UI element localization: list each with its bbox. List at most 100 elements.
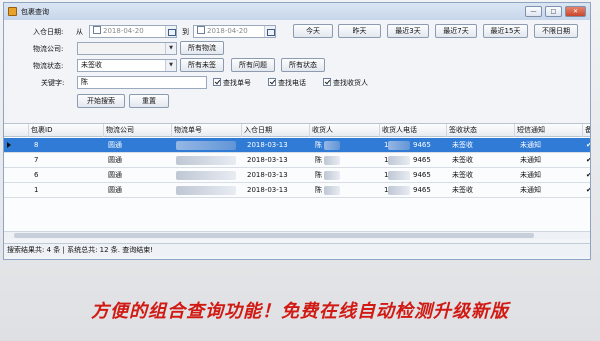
check-icon[interactable] bbox=[323, 78, 331, 86]
cell-phone-end: 9465 bbox=[413, 186, 431, 194]
results-table: 包裹ID 物流公司 物流单号 入仓日期 收货人 收货人电话 签收状态 短信通知 … bbox=[4, 123, 590, 239]
last-7-days-button[interactable]: 最近7天 bbox=[435, 24, 477, 38]
check-tracking-label: 查找单号 bbox=[223, 79, 251, 87]
cell-sms: 未通知 bbox=[520, 171, 541, 179]
cell-phone-end: 9465 bbox=[413, 141, 431, 149]
column-header[interactable]: 备 bbox=[583, 124, 590, 137]
column-header[interactable]: 签收状态 bbox=[447, 124, 515, 137]
check-tracking-option[interactable]: 查找单号 bbox=[213, 78, 251, 88]
check-receiver-label: 查找收货人 bbox=[333, 79, 368, 87]
table-row[interactable]: 6 圆通 2018-03-13 陈 1 9465 未签收 未通知 ✔ bbox=[4, 168, 590, 183]
logistics-label: 物流公司: bbox=[33, 45, 64, 53]
all-logistics-button[interactable]: 所有物流 bbox=[180, 41, 224, 55]
column-header[interactable]: 包裹ID bbox=[29, 124, 104, 137]
column-header[interactable]: 物流单号 bbox=[172, 124, 242, 137]
cell-id: 7 bbox=[34, 156, 39, 164]
cell-sms: 未通知 bbox=[520, 186, 541, 194]
column-header[interactable]: 物流公司 bbox=[104, 124, 172, 137]
cell-status: 未签收 bbox=[452, 156, 473, 164]
reset-button[interactable]: 重置 bbox=[129, 94, 169, 108]
status-value: 未签收 bbox=[81, 61, 102, 69]
status-bar: 搜索结果共: 4 条 | 系统总共: 12 条. 查询结束! bbox=[4, 243, 590, 257]
cell-extra: ✔ bbox=[584, 138, 590, 153]
status-label: 物流状态: bbox=[33, 62, 64, 70]
chevron-down-icon[interactable]: ▼ bbox=[165, 60, 176, 71]
all-problems-button[interactable]: 所有问题 bbox=[231, 58, 275, 72]
redacted-tracking bbox=[176, 156, 236, 165]
maximize-button[interactable]: □ bbox=[545, 6, 562, 17]
cell-phone-end: 9465 bbox=[413, 156, 431, 164]
cell-extra: ✔ bbox=[584, 153, 590, 168]
all-unsigned-button[interactable]: 所有未签 bbox=[180, 58, 224, 72]
column-header[interactable]: 收货人 bbox=[310, 124, 380, 137]
check-receiver-option[interactable]: 查找收货人 bbox=[323, 78, 368, 88]
logistics-select[interactable]: ▼ bbox=[77, 42, 177, 55]
all-status-button[interactable]: 所有状态 bbox=[281, 58, 325, 72]
close-button[interactable]: ✕ bbox=[565, 6, 586, 17]
check-icon[interactable] bbox=[268, 78, 276, 86]
cell-name: 陈 bbox=[315, 171, 322, 179]
cell-name: 陈 bbox=[315, 141, 322, 149]
cell-date: 2018-03-13 bbox=[247, 186, 288, 194]
table-header: 包裹ID 物流公司 物流单号 入仓日期 收货人 收货人电话 签收状态 短信通知 … bbox=[4, 124, 590, 137]
cell-id: 1 bbox=[34, 186, 39, 194]
redacted-name bbox=[324, 141, 340, 150]
table-row[interactable]: 7 圆通 2018-03-13 陈 1 9465 未签收 未通知 ✔ bbox=[4, 153, 590, 168]
scrollbar-thumb[interactable] bbox=[14, 233, 534, 238]
calendar-icon[interactable] bbox=[165, 26, 176, 37]
column-header[interactable]: 短信通知 bbox=[515, 124, 583, 137]
check-phone-label: 查找电话 bbox=[278, 79, 306, 87]
redacted-tracking bbox=[176, 141, 236, 150]
screen: 包裹查询 — □ ✕ 入仓日期: 从 2018-04-20 到 2018-04-… bbox=[0, 0, 600, 341]
from-label: 从 bbox=[76, 28, 83, 36]
date-from-picker[interactable]: 2018-04-20 bbox=[89, 25, 177, 38]
today-button[interactable]: 今天 bbox=[293, 24, 333, 38]
check-phone-option[interactable]: 查找电话 bbox=[268, 78, 306, 88]
cell-company: 圆通 bbox=[108, 156, 122, 164]
date-to-checkbox[interactable] bbox=[197, 26, 205, 34]
redacted-phone bbox=[388, 186, 410, 195]
cell-id: 6 bbox=[34, 171, 39, 179]
date-to-picker[interactable]: 2018-04-20 bbox=[193, 25, 276, 38]
promo-banner: 方便的组合查询功能！免费在线自动检测升级新版 bbox=[0, 260, 600, 341]
keyword-label: 关键字: bbox=[41, 79, 65, 87]
cell-status: 未签收 bbox=[452, 186, 473, 194]
column-header[interactable]: 入仓日期 bbox=[242, 124, 310, 137]
cell-id: 8 bbox=[34, 141, 39, 149]
redacted-tracking bbox=[176, 186, 236, 195]
table-row[interactable]: 1 圆通 2018-03-13 陈 1 9465 未签收 未通知 ✔ bbox=[4, 183, 590, 198]
calendar-icon[interactable] bbox=[264, 26, 275, 37]
check-icon[interactable] bbox=[213, 78, 221, 86]
yesterday-button[interactable]: 昨天 bbox=[338, 24, 381, 38]
date-from-checkbox[interactable] bbox=[93, 26, 101, 34]
cell-name: 陈 bbox=[315, 186, 322, 194]
cell-company: 圆通 bbox=[108, 186, 122, 194]
date-from-value: 2018-04-20 bbox=[103, 27, 144, 35]
column-header[interactable]: 收货人电话 bbox=[380, 124, 447, 137]
keyword-value: 陈 bbox=[81, 78, 88, 86]
last-3-days-button[interactable]: 最近3天 bbox=[387, 24, 429, 38]
cell-phone-end: 9465 bbox=[413, 171, 431, 179]
redacted-name bbox=[324, 186, 340, 195]
chevron-down-icon[interactable]: ▼ bbox=[165, 43, 176, 54]
status-select[interactable]: 未签收 ▼ bbox=[77, 59, 177, 72]
cell-status: 未签收 bbox=[452, 141, 473, 149]
package-query-window: 包裹查询 — □ ✕ 入仓日期: 从 2018-04-20 到 2018-04-… bbox=[3, 2, 591, 260]
keyword-input[interactable]: 陈 bbox=[77, 76, 207, 89]
redacted-phone bbox=[388, 141, 410, 150]
current-row-icon bbox=[7, 142, 11, 148]
search-button[interactable]: 开始搜索 bbox=[77, 94, 125, 108]
last-15-days-button[interactable]: 最近15天 bbox=[483, 24, 528, 38]
cell-date: 2018-03-13 bbox=[247, 171, 288, 179]
cell-status: 未签收 bbox=[452, 171, 473, 179]
horizontal-scrollbar[interactable] bbox=[4, 231, 590, 239]
no-date-limit-button[interactable]: 不限日期 bbox=[534, 24, 578, 38]
redacted-tracking bbox=[176, 171, 236, 180]
app-icon bbox=[8, 7, 17, 16]
cell-company: 圆通 bbox=[108, 141, 122, 149]
redacted-phone bbox=[388, 171, 410, 180]
table-row[interactable]: 8 圆通 2018-03-13 陈 1 9465 未签收 未通知 ✔ bbox=[4, 138, 590, 153]
cell-sms: 未通知 bbox=[520, 156, 541, 164]
minimize-button[interactable]: — bbox=[525, 6, 542, 17]
cell-extra: ✔ bbox=[584, 183, 590, 198]
